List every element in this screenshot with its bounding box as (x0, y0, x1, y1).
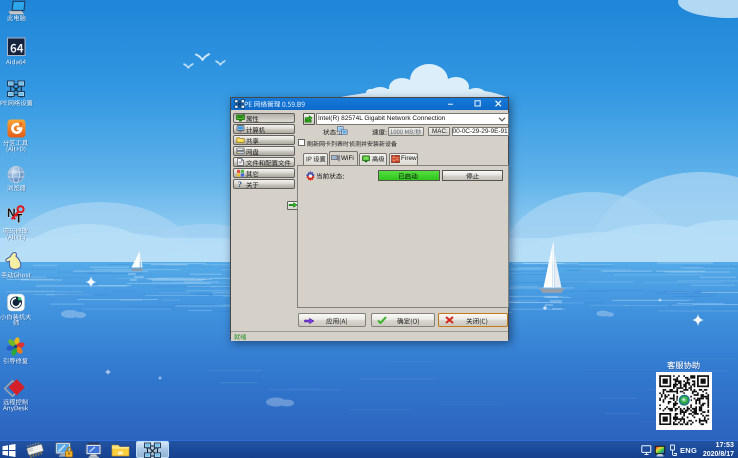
svg-text:?: ? (237, 180, 241, 188)
